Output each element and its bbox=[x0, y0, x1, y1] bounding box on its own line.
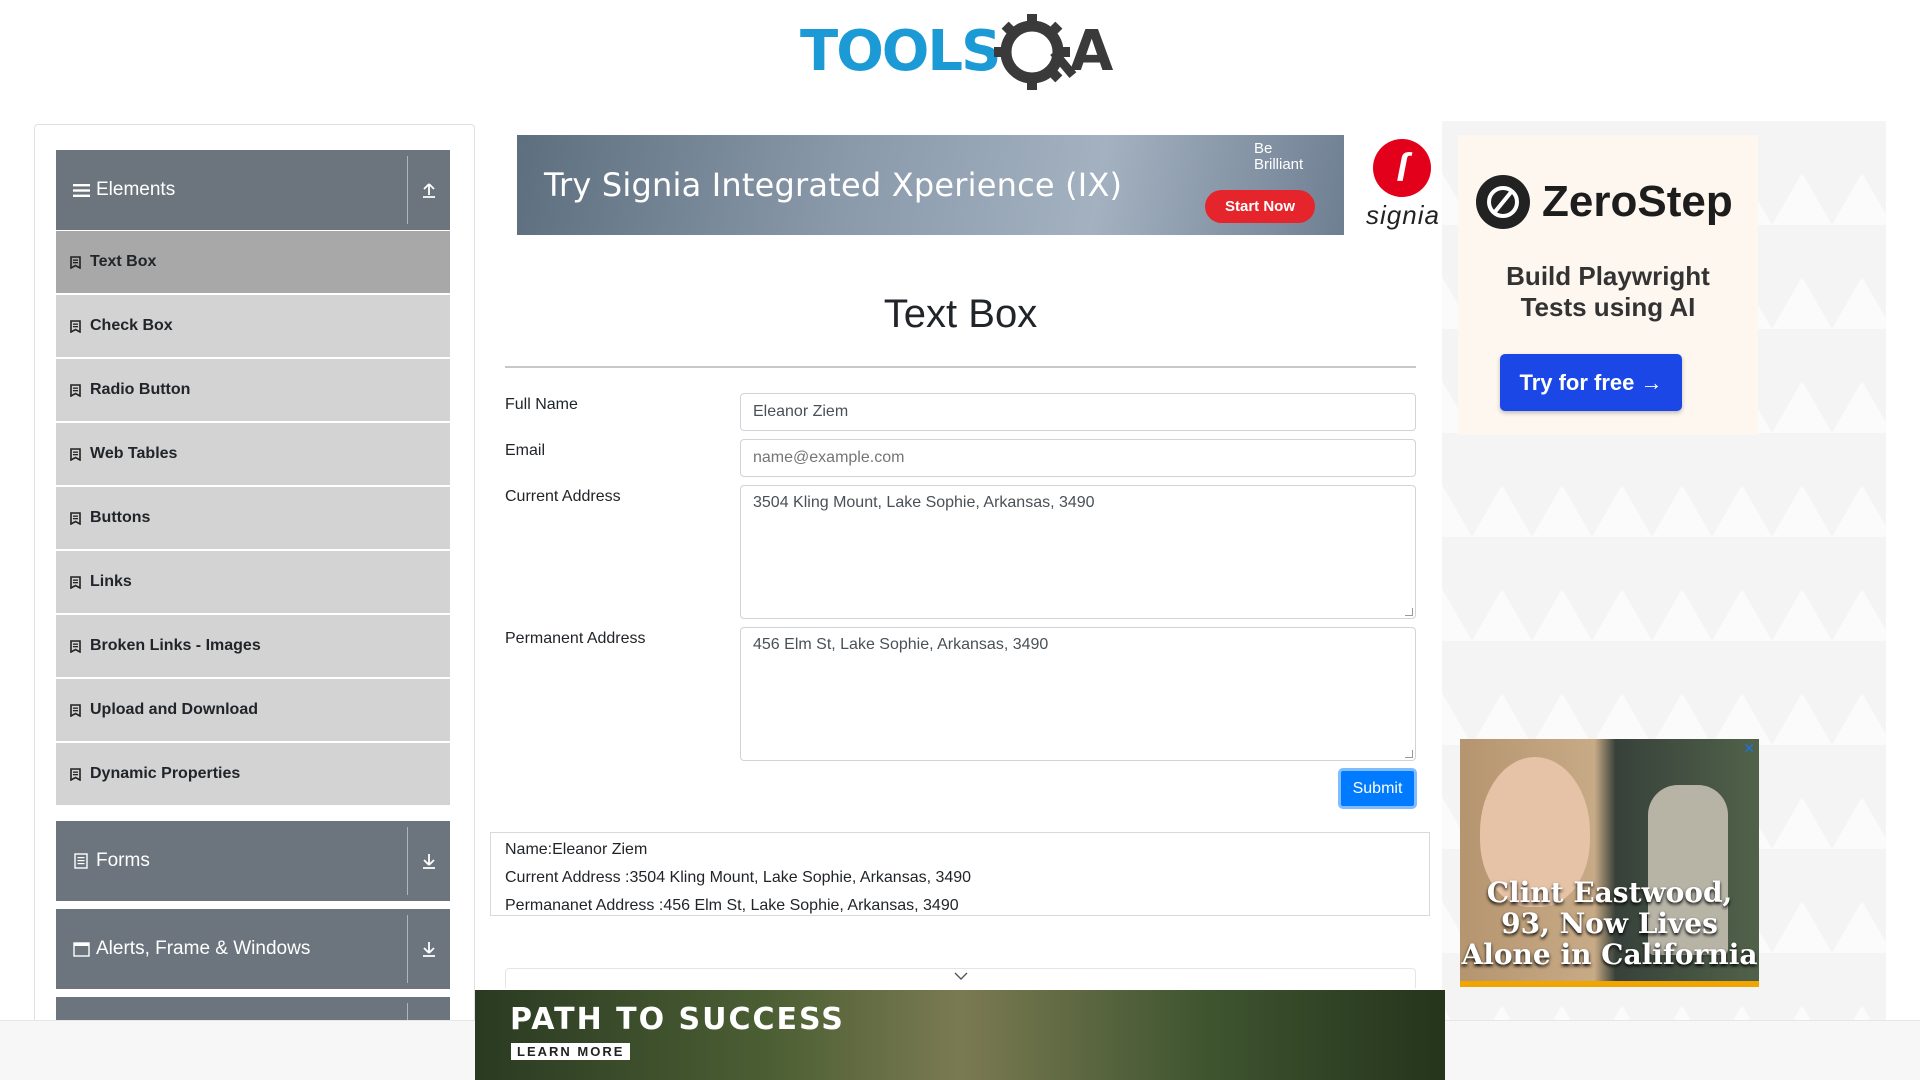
bookmark-icon bbox=[70, 319, 84, 333]
sidebar-item-label: Check Box bbox=[90, 317, 173, 334]
group-header-alerts[interactable]: Alerts, Frame & Windows bbox=[56, 909, 450, 989]
toolsqa-logo[interactable]: TOOLS A bbox=[800, 12, 1125, 92]
output-current-address: Current Address :3504 Kling Mount, Lake … bbox=[505, 869, 972, 886]
bookmark-icon bbox=[70, 767, 84, 781]
sidebar-item-buttons[interactable]: Buttons bbox=[56, 487, 450, 549]
ad-cta-button[interactable]: Start Now bbox=[1205, 190, 1315, 223]
ad-bottom-headline: PATH TO SUCCESS bbox=[510, 1002, 845, 1037]
permanent-address-textarea[interactable]: 456 Elm St, Lake Sophie, Arkansas, 3490 bbox=[740, 627, 1416, 761]
current-address-value: 3504 Kling Mount, Lake Sophie, Arkansas,… bbox=[753, 494, 1095, 511]
submit-button[interactable]: Submit bbox=[1338, 768, 1417, 809]
svg-text:TOOLS: TOOLS bbox=[800, 19, 999, 84]
email-input[interactable]: name@example.com bbox=[740, 439, 1416, 477]
resize-handle[interactable] bbox=[1405, 608, 1413, 616]
collapsed-panel[interactable] bbox=[505, 968, 1416, 988]
sidebar-item-label: Upload and Download bbox=[90, 701, 258, 718]
left-sidebar: Elements Text Box Check Box Radio Button bbox=[34, 124, 475, 1080]
ad-clint-headline: Clint Eastwood, 93, Now Lives Alone in C… bbox=[1461, 876, 1758, 971]
bookmark-icon bbox=[70, 447, 84, 461]
permanent-address-label: Permanent Address bbox=[505, 630, 646, 647]
svg-text:A: A bbox=[1070, 19, 1114, 84]
bookmark-icon bbox=[70, 383, 84, 397]
sidebar-item-web-tables[interactable]: Web Tables bbox=[56, 423, 450, 485]
chevron-down-icon[interactable] bbox=[953, 969, 969, 988]
output-permanent-address: Permananet Address :456 Elm St, Lake Sop… bbox=[505, 897, 959, 914]
ad-banner-signia[interactable]: Try Signia Integrated Xperience (IX) Be … bbox=[517, 135, 1440, 235]
zerostep-logo-icon bbox=[1476, 175, 1530, 229]
group-title: Forms bbox=[96, 850, 150, 871]
ad-tagline: Be Brilliant bbox=[1254, 140, 1304, 173]
ad-brand: signia bbox=[1366, 200, 1440, 230]
zerostep-tagline-text: Build Playwright Tests using AI bbox=[1506, 261, 1710, 322]
sidebar-item-label: Radio Button bbox=[90, 381, 191, 398]
group-title: Alerts, Frame & Windows bbox=[96, 938, 311, 959]
sidebar-item-dynamic-properties[interactable]: Dynamic Properties bbox=[56, 743, 450, 805]
group-header-elements[interactable]: Elements bbox=[56, 150, 450, 230]
sidebar-item-label: Broken Links - Images bbox=[90, 637, 261, 654]
title-divider bbox=[505, 366, 1416, 368]
sidebar-item-label: Dynamic Properties bbox=[90, 765, 241, 782]
sidebar-item-label: Text Box bbox=[90, 253, 157, 270]
group-title: Elements bbox=[96, 179, 176, 200]
zerostep-cta-button[interactable]: Try for free → bbox=[1500, 354, 1682, 411]
current-address-label: Current Address bbox=[505, 488, 621, 505]
sidebar-item-links[interactable]: Links bbox=[56, 551, 450, 613]
zerostep-brand: ZeroStep bbox=[1542, 177, 1733, 226]
output-panel: Name:Eleanor Ziem Current Address :3504 … bbox=[490, 832, 1430, 916]
expand-arrow-icon[interactable] bbox=[408, 821, 450, 901]
group-forms: Forms bbox=[56, 821, 450, 901]
zerostep-tagline: Build Playwright Tests using AI bbox=[1458, 261, 1758, 323]
sidebar-item-radio-button[interactable]: Radio Button bbox=[56, 359, 450, 421]
full-name-label: Full Name bbox=[505, 396, 578, 413]
output-name: Name:Eleanor Ziem bbox=[505, 841, 648, 858]
ad-banner-path-to-success[interactable]: PATH TO SUCCESS LEARN MORE bbox=[475, 990, 1445, 1080]
resize-handle[interactable] bbox=[1405, 750, 1413, 758]
document-icon bbox=[72, 852, 90, 870]
current-address-textarea[interactable]: 3504 Kling Mount, Lake Sophie, Arkansas,… bbox=[740, 485, 1416, 619]
sidebar-item-text-box[interactable]: Text Box bbox=[56, 231, 450, 293]
email-label: Email bbox=[505, 442, 546, 459]
sidebar-item-broken-links[interactable]: Broken Links - Images bbox=[56, 615, 450, 677]
bookmark-icon bbox=[70, 511, 84, 525]
sidebar-item-label: Buttons bbox=[90, 509, 151, 526]
sidebar-item-upload-download[interactable]: Upload and Download bbox=[56, 679, 450, 741]
permanent-address-value: 456 Elm St, Lake Sophie, Arkansas, 3490 bbox=[753, 636, 1049, 653]
expand-arrow-icon[interactable] bbox=[408, 909, 450, 989]
group-header-forms[interactable]: Forms bbox=[56, 821, 450, 901]
header: TOOLS A bbox=[0, 0, 1920, 110]
window-icon bbox=[72, 940, 90, 958]
sidebar-item-label: Links bbox=[90, 573, 132, 590]
ad-zerostep[interactable]: ZeroStep Build Playwright Tests using AI… bbox=[1458, 135, 1758, 435]
hamburger-icon bbox=[72, 181, 90, 199]
bookmark-icon bbox=[70, 255, 84, 269]
bookmark-icon bbox=[70, 639, 84, 653]
group-elements: Elements Text Box Check Box Radio Button bbox=[56, 150, 450, 805]
collapse-arrow-icon[interactable] bbox=[408, 150, 450, 230]
page-title: Text Box bbox=[883, 292, 1038, 336]
full-name-input[interactable]: Eleanor Ziem bbox=[740, 393, 1416, 431]
ad-headline: Try Signia Integrated Xperience (IX) bbox=[544, 166, 1123, 204]
group-alerts: Alerts, Frame & Windows bbox=[56, 909, 450, 989]
bookmark-icon bbox=[70, 575, 84, 589]
ad-accent-bar bbox=[1460, 981, 1759, 987]
ad-clint-eastwood[interactable]: ✕ Clint Eastwood, 93, Now Lives Alone in… bbox=[1460, 739, 1759, 987]
sidebar-item-check-box[interactable]: Check Box bbox=[56, 295, 450, 357]
sidebar-item-label: Web Tables bbox=[90, 445, 178, 462]
ad-bottom-cta[interactable]: LEARN MORE bbox=[511, 1043, 631, 1060]
close-icon[interactable]: ✕ bbox=[1743, 740, 1755, 757]
bookmark-icon bbox=[70, 703, 84, 717]
page: TOOLS A Elements Text Box Check Box Radi… bbox=[0, 0, 1920, 1080]
signia-logo-icon: ſ bbox=[1373, 139, 1431, 197]
